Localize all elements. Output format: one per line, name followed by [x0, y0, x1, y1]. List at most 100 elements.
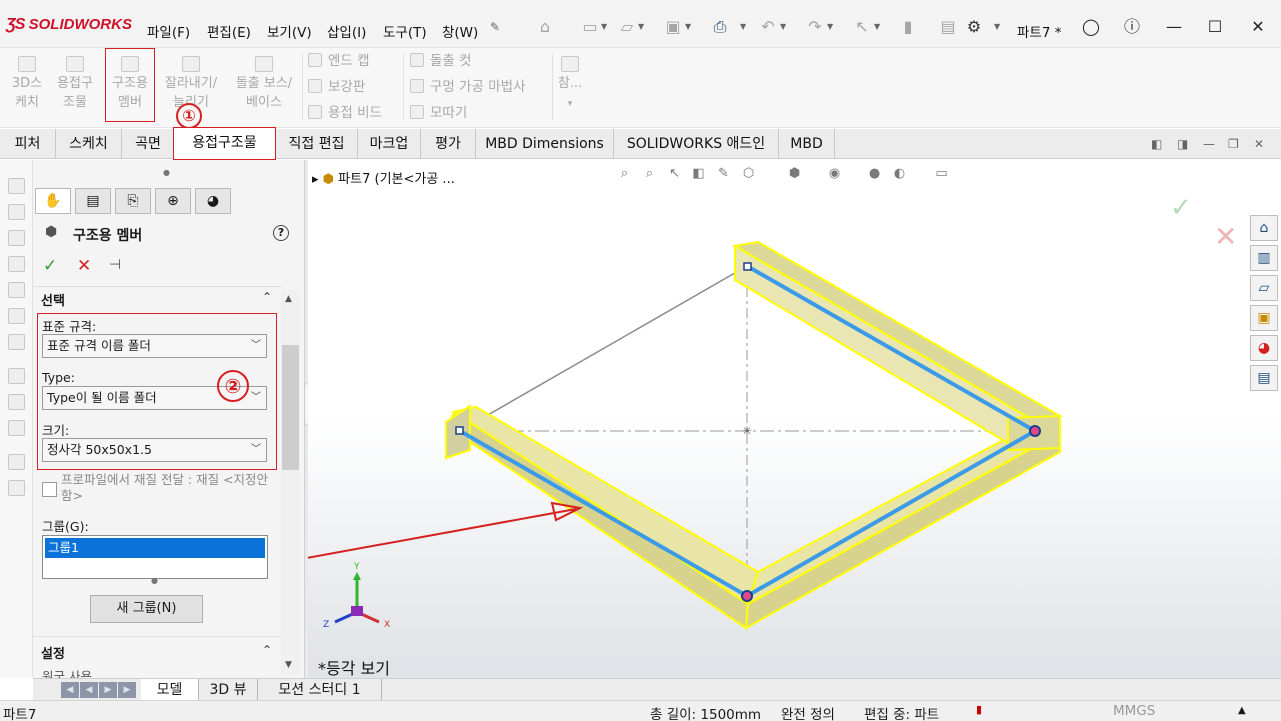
menu-window[interactable]: 창(W): [442, 21, 478, 41]
transfer-material-checkbox[interactable]: [42, 482, 57, 497]
feature-tool-icon[interactable]: [8, 230, 25, 246]
tab-weldments[interactable]: 용접구조물: [173, 127, 276, 160]
chevron-down-icon[interactable]: ▼: [685, 22, 691, 31]
restore-doc-icon[interactable]: ❐: [1228, 137, 1239, 151]
reference-geometry-button[interactable]: 참... ▾: [555, 56, 585, 114]
chamfer-button[interactable]: 모따기: [410, 102, 467, 124]
hole-wizard-button[interactable]: 구멍 가공 마법사: [410, 76, 526, 98]
property-manager-tab[interactable]: ▤: [75, 188, 111, 214]
tab-surfaces[interactable]: 곡면: [122, 129, 175, 159]
tab-evaluate[interactable]: 평가: [421, 129, 476, 159]
user-icon[interactable]: ◯: [1077, 15, 1105, 39]
home-icon[interactable]: ⌂: [535, 17, 555, 37]
size-select[interactable]: 정사각 50x50x1.5 ﹀: [42, 438, 267, 462]
maximize-button[interactable]: ☐: [1201, 15, 1229, 39]
new-group-button[interactable]: 새 그룹(N): [90, 595, 203, 623]
feature-tool-icon[interactable]: [8, 368, 25, 384]
status-units[interactable]: MMGS: [1113, 703, 1155, 719]
feature-tool-icon[interactable]: [8, 282, 25, 298]
cancel-x-icon[interactable]: ✕: [77, 256, 91, 276]
scrollbar-thumb[interactable]: [282, 345, 299, 470]
tab-solidworks-addins[interactable]: SOLIDWORKS 애드인: [614, 129, 779, 159]
dimxpert-tab[interactable]: ⊕: [155, 188, 191, 214]
menu-tools[interactable]: 도구(T): [383, 21, 427, 41]
open-icon[interactable]: ▱: [617, 17, 637, 37]
feature-tool-icon[interactable]: [8, 454, 25, 470]
scroll-up-arrow-icon[interactable]: ▲: [285, 294, 292, 304]
chevron-down-icon[interactable]: ▼: [780, 22, 786, 31]
tab-markup[interactable]: 마크업: [358, 129, 421, 159]
view-palette-icon[interactable]: ▣: [1250, 305, 1278, 331]
tab-model[interactable]: 모델: [141, 679, 199, 701]
redo-icon[interactable]: ↷: [805, 17, 825, 37]
tab-3d-view[interactable]: 3D 뷰: [199, 679, 258, 701]
feature-tool-icon[interactable]: [8, 308, 25, 324]
pin-icon[interactable]: ✎: [490, 20, 500, 34]
confirm-ok-checkmark-icon[interactable]: ✓: [1170, 193, 1192, 223]
extruded-cut-button[interactable]: 돌출 컷: [410, 50, 472, 72]
file-explorer-icon[interactable]: ▱: [1250, 275, 1278, 301]
tab-mbd[interactable]: MBD: [779, 129, 835, 159]
model-canvas[interactable]: ✳ Y Z X: [308, 160, 1281, 678]
pm-scrollbar[interactable]: ▲ ▼: [281, 290, 300, 675]
undo-icon[interactable]: ↶: [758, 17, 778, 37]
help-icon[interactable]: ?: [273, 225, 289, 241]
menu-insert[interactable]: 삽입(I): [327, 21, 366, 41]
custom-properties-icon[interactable]: ▤: [1250, 365, 1278, 391]
prev-tab-arrow-icon[interactable]: ◀: [80, 682, 98, 698]
first-tab-arrow-icon[interactable]: ◀: [61, 682, 79, 698]
settings-section-header[interactable]: 설정: [41, 643, 65, 662]
3d-sketch-button[interactable]: 3D스 케치: [4, 56, 50, 112]
restore-pane-icon[interactable]: ◧: [1151, 137, 1162, 151]
minimize-doc-icon[interactable]: —: [1203, 137, 1215, 151]
ok-checkmark-icon[interactable]: ✓: [43, 256, 57, 276]
rebuild-icon[interactable]: ▮: [898, 17, 918, 37]
feature-tool-icon[interactable]: [8, 394, 25, 410]
group-list[interactable]: 그룹1: [42, 535, 268, 579]
weld-bead-button[interactable]: 용접 비드: [308, 102, 382, 124]
menu-edit[interactable]: 편집(E): [207, 21, 251, 41]
confirm-cancel-x-icon[interactable]: ✕: [1214, 220, 1237, 253]
help-icon[interactable]: ⓘ: [1118, 15, 1146, 39]
group-list-item[interactable]: 그룹1: [45, 538, 265, 558]
next-tab-arrow-icon[interactable]: ▶: [99, 682, 117, 698]
feature-tool-icon[interactable]: [8, 178, 25, 194]
appearances-icon[interactable]: ◕: [1250, 335, 1278, 361]
feature-tool-icon[interactable]: [8, 334, 25, 350]
home-icon[interactable]: ⌂: [1250, 215, 1278, 241]
file-properties-icon[interactable]: ▤: [938, 17, 958, 37]
last-tab-arrow-icon[interactable]: ▶: [118, 682, 136, 698]
feature-manager-tab[interactable]: ✋: [35, 188, 71, 214]
chevron-down-icon[interactable]: ▼: [874, 22, 880, 31]
extruded-boss-button[interactable]: 돌출 보스/베이스: [228, 56, 300, 112]
chevron-down-icon[interactable]: ▼: [994, 22, 1000, 31]
graphics-area[interactable]: ▸ ⬢ 파트7 (기본<가공 ... ⌕ ⌕ ↖ ◧ ✎ ⬡ ⬢ ◉ ● ◐ ▭…: [308, 160, 1281, 678]
end-cap-button[interactable]: 엔드 캡: [308, 50, 370, 72]
new-document-icon[interactable]: ▭: [580, 17, 600, 37]
menu-file[interactable]: 파일(F): [147, 21, 190, 41]
feature-tool-icon[interactable]: [8, 420, 25, 436]
chevron-down-icon[interactable]: ▼: [827, 22, 833, 31]
tab-direct-editing[interactable]: 직접 편집: [276, 129, 358, 159]
tab-motion-study[interactable]: 모션 스터디 1: [258, 679, 382, 701]
tab-sketch[interactable]: 스케치: [56, 129, 122, 159]
weldment-button[interactable]: 용접구 조물: [50, 56, 100, 112]
design-library-icon[interactable]: ▥: [1250, 245, 1278, 271]
display-manager-tab[interactable]: ◕: [195, 188, 231, 214]
selection-section-header[interactable]: 선택: [41, 290, 65, 309]
pushpin-icon[interactable]: ⊣: [109, 257, 121, 273]
chevron-down-icon[interactable]: ▼: [601, 22, 607, 31]
feature-tool-icon[interactable]: [8, 256, 25, 272]
options-gear-icon[interactable]: ⚙: [964, 17, 984, 37]
feature-tool-icon[interactable]: [8, 480, 25, 496]
scroll-down-arrow-icon[interactable]: ▼: [285, 660, 292, 670]
rebuild-traffic-light-icon[interactable]: ▮: [976, 703, 982, 716]
feature-tool-icon[interactable]: [8, 204, 25, 220]
minimize-button[interactable]: —: [1160, 15, 1188, 39]
chevron-down-icon[interactable]: ▼: [740, 22, 746, 31]
structural-member-button[interactable]: 구조용 멤버: [105, 48, 155, 122]
units-caret-icon[interactable]: ▲: [1238, 705, 1246, 716]
print-icon[interactable]: ⎙: [710, 17, 730, 37]
menu-view[interactable]: 보기(V): [267, 21, 312, 41]
configuration-manager-tab[interactable]: ⎘: [115, 188, 151, 214]
